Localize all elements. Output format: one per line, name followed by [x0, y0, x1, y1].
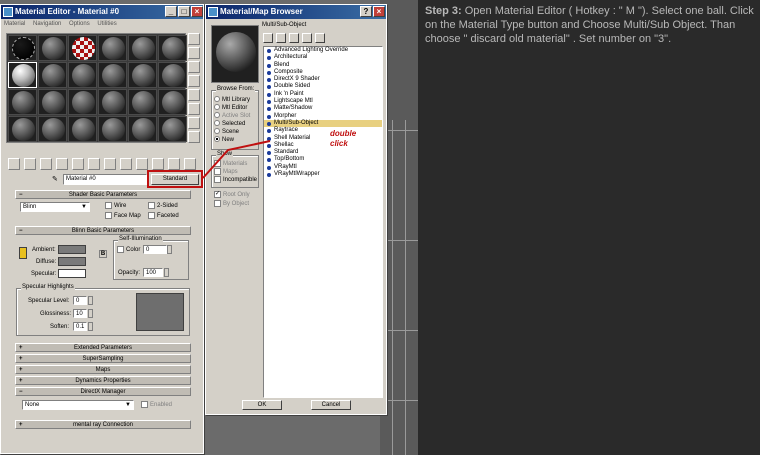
- annotation-label: double click: [330, 129, 357, 148]
- instruction-text: Step 3: Open Material Editor ( Hotkey : …: [425, 4, 755, 46]
- step-label: Step 3:: [425, 5, 462, 17]
- step-description: Open Material Editor ( Hotkey : " M "). …: [425, 5, 754, 45]
- annotation-arrow: [202, 140, 271, 179]
